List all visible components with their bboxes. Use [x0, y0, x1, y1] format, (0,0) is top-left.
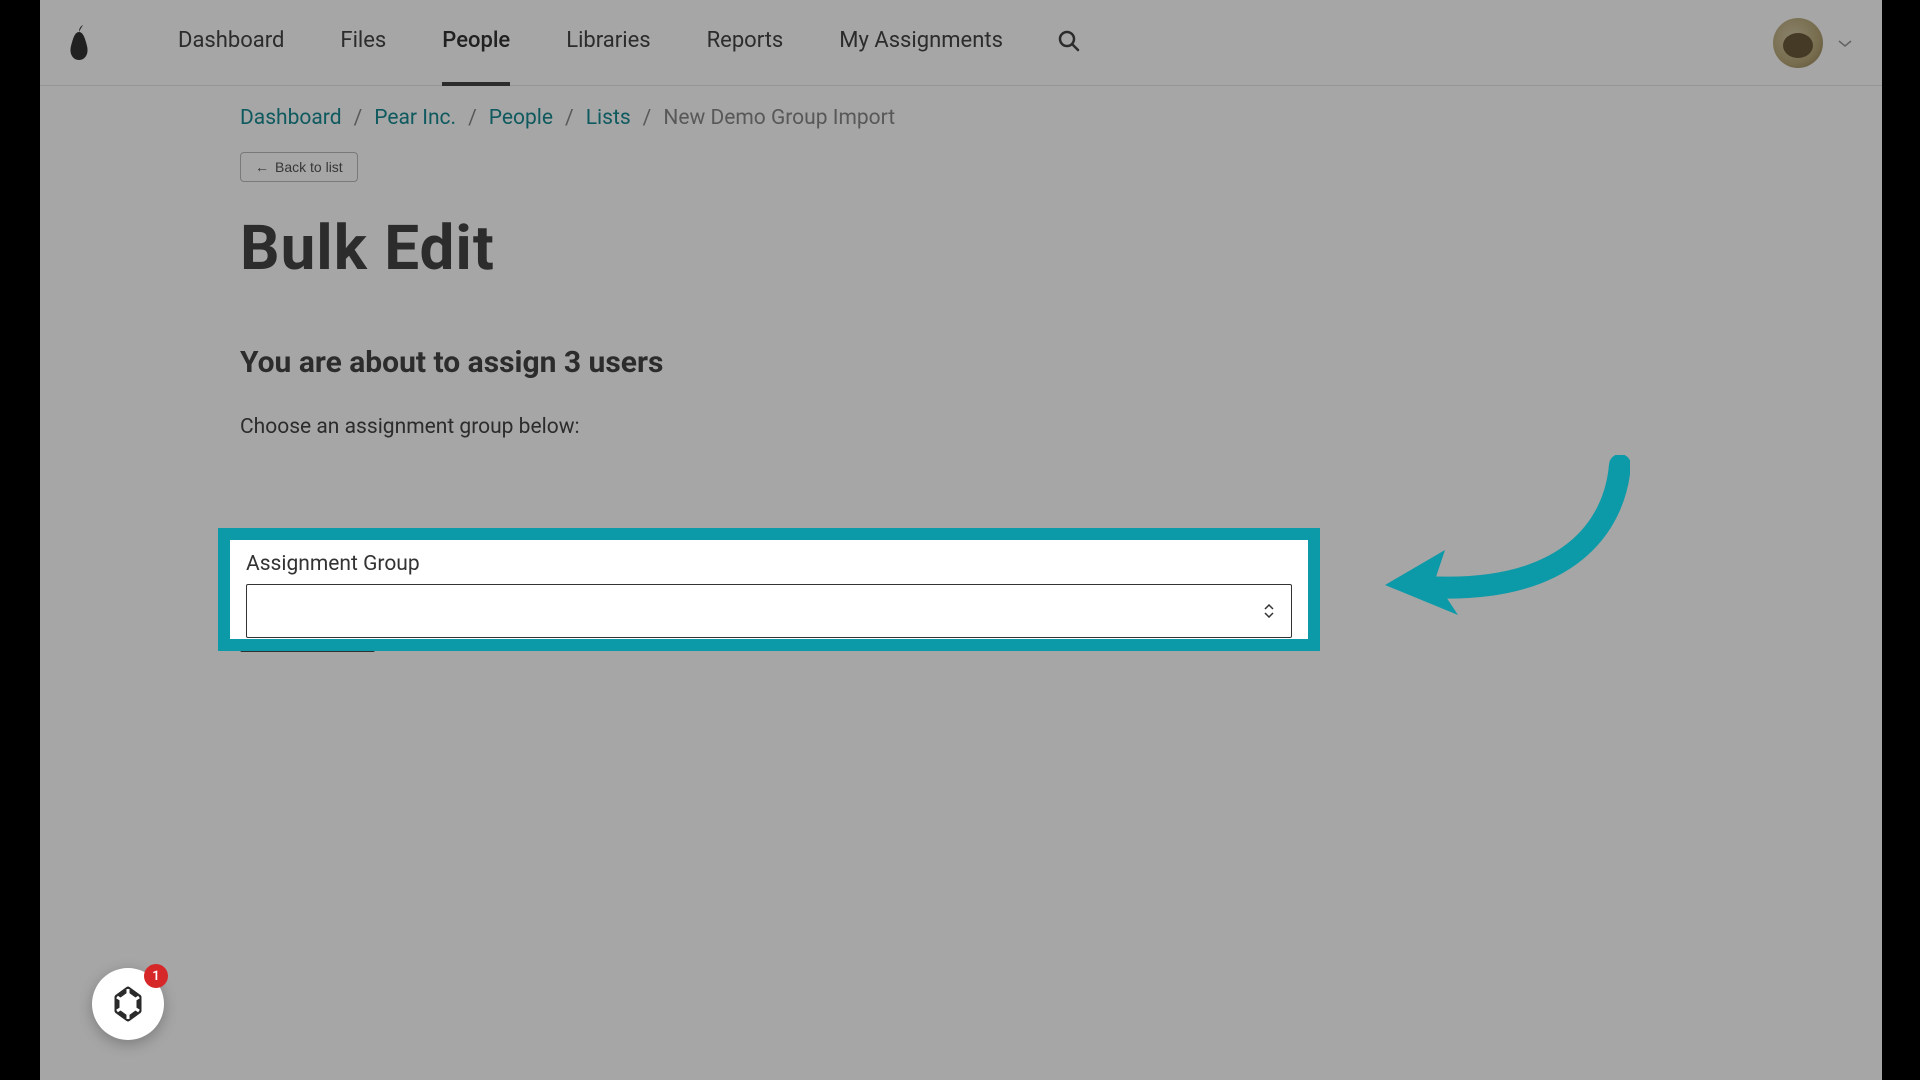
nav-libraries[interactable]: Libraries [566, 28, 650, 57]
nav-my-assignments[interactable]: My Assignments [839, 28, 1003, 57]
assignment-group-label: Assignment Group [246, 552, 1292, 576]
nav-reports[interactable]: Reports [707, 28, 784, 57]
assignment-group-select[interactable] [246, 584, 1292, 638]
breadcrumb-org[interactable]: Pear Inc. [374, 106, 456, 130]
chevron-down-icon[interactable] [1838, 33, 1852, 52]
page-title: Bulk Edit [240, 212, 1682, 285]
highlighted-field-annotation: Assignment Group [218, 528, 1320, 651]
chat-widget-button[interactable]: 1 [92, 968, 164, 1040]
breadcrumb-lists[interactable]: Lists [586, 106, 631, 130]
search-icon[interactable] [1058, 30, 1080, 56]
breadcrumb-current: New Demo Group Import [663, 106, 895, 130]
breadcrumb-dashboard[interactable]: Dashboard [240, 106, 342, 130]
instruction-text: Choose an assignment group below: [240, 415, 1682, 439]
back-to-list-button[interactable]: ← Back to list [240, 152, 358, 182]
pear-logo-icon[interactable] [65, 24, 93, 62]
subtitle: You are about to assign 3 users [240, 345, 1682, 380]
chat-widget-icon [109, 985, 147, 1023]
chat-notification-badge: 1 [144, 964, 168, 988]
breadcrumb-people[interactable]: People [489, 106, 553, 130]
nav-files[interactable]: Files [340, 28, 386, 57]
nav-dashboard[interactable]: Dashboard [178, 28, 284, 57]
user-avatar[interactable] [1773, 18, 1823, 68]
breadcrumb: Dashboard / Pear Inc. / People / Lists /… [240, 106, 1682, 130]
nav-people[interactable]: People [442, 28, 510, 57]
top-navigation: Dashboard Files People Libraries Reports… [40, 0, 1882, 86]
arrow-left-icon: ← [255, 159, 269, 175]
